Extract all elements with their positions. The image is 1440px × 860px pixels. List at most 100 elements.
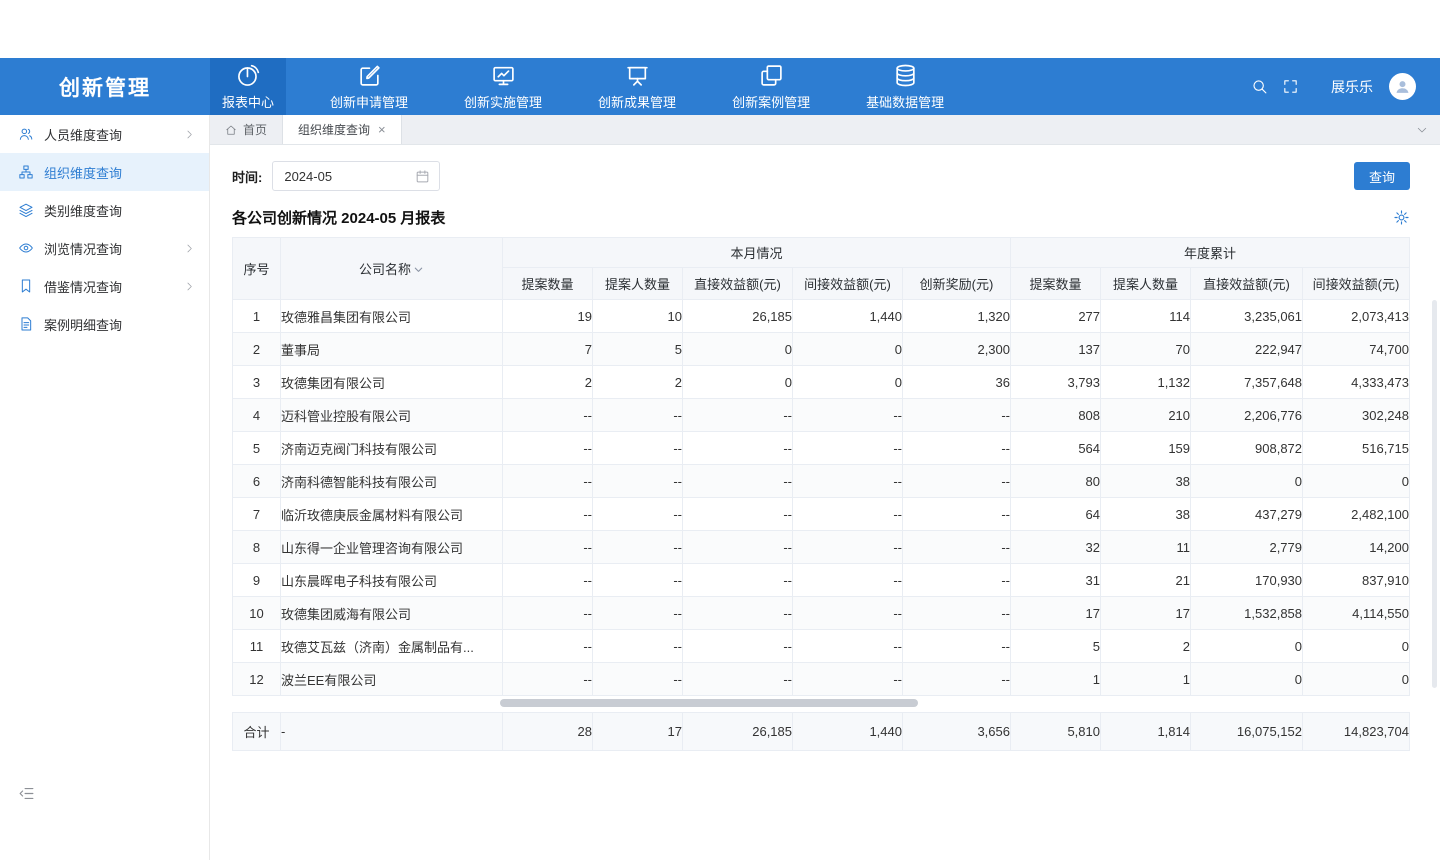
table-row[interactable]: 10玫德集团威海有限公司----------17171,532,8584,114… [233,597,1410,630]
total-value: 1,814 [1101,713,1191,751]
table-row[interactable]: 12波兰EE有限公司----------1100 [233,663,1410,696]
nav-item-4[interactable]: 创新成果管理 [586,58,688,115]
table-row[interactable]: 6济南科德智能科技有限公司----------803800 [233,465,1410,498]
sidebar-item-5[interactable]: 借鉴情况查询 [0,267,209,305]
sidebar-item-2[interactable]: 组织维度查询 [0,153,209,191]
sidebar-item-label: 浏览情况查询 [44,239,122,258]
query-button[interactable]: 查询 [1354,162,1410,190]
close-icon[interactable]: × [378,122,386,137]
cell-value: 2 [1101,630,1191,663]
sidebar-menu: 人员维度查询组织维度查询类别维度查询浏览情况查询借鉴情况查询案例明细查询 [0,115,209,343]
vertical-scrollbar-thumb[interactable] [1432,300,1437,688]
cell-company: 临沂玫德庚辰金属材料有限公司 [281,498,503,531]
nav-item-1[interactable]: 报表中心 [210,58,286,115]
cell-value: -- [593,432,683,465]
header-right: 展乐乐 [1237,58,1440,115]
sidebar: 人员维度查询组织维度查询类别维度查询浏览情况查询借鉴情况查询案例明细查询 [0,115,210,860]
cell-value: -- [503,531,593,564]
nav-item-label: 报表中心 [222,92,274,111]
cell-value: -- [683,564,793,597]
search-icon[interactable] [1251,78,1268,95]
table-row[interactable]: 3玫德集团有限公司2200363,7931,1327,357,6484,333,… [233,366,1410,399]
horizontal-scrollbar-thumb[interactable] [500,699,918,707]
cell-value: -- [593,564,683,597]
sidebar-item-6[interactable]: 案例明细查询 [0,305,209,343]
date-input-field[interactable] [284,169,415,184]
cell-value: 0 [683,366,793,399]
cell-value: 17 [1101,597,1191,630]
sort-caret-icon[interactable] [413,264,424,275]
app-header: 创新管理 报表中心创新申请管理创新实施管理创新成果管理创新案例管理基础数据管理 … [0,58,1440,115]
col-header: 提案人数量 [593,268,683,300]
gear-icon[interactable] [1393,209,1410,226]
date-input[interactable] [272,161,440,191]
table-row[interactable]: 7临沂玫德庚辰金属材料有限公司----------6438437,2792,48… [233,498,1410,531]
filter-row: 时间: 查询 [232,161,1410,191]
chevron-down-icon[interactable] [1404,115,1440,144]
nav-item-6[interactable]: 基础数据管理 [854,58,956,115]
cell-value: -- [683,399,793,432]
cell-value: 0 [683,333,793,366]
table-row[interactable]: 4迈科管业控股有限公司----------8082102,206,776302,… [233,399,1410,432]
table-row[interactable]: 2董事局75002,30013770222,94774,700 [233,333,1410,366]
nav-item-5[interactable]: 创新案例管理 [720,58,822,115]
cell-company: 山东得一企业管理咨询有限公司 [281,531,503,564]
user-name[interactable]: 展乐乐 [1331,77,1373,97]
cell-value: 21 [1101,564,1191,597]
table-row[interactable]: 11玫德艾瓦兹（济南）金属制品有...----------5200 [233,630,1410,663]
cell-company: 玫德雅昌集团有限公司 [281,300,503,333]
cell-value: 2,779 [1191,531,1303,564]
table-row[interactable]: 1玫德雅昌集团有限公司191026,1851,4401,3202771143,2… [233,300,1410,333]
avatar[interactable] [1389,73,1416,100]
cell-value: -- [793,630,903,663]
table-row[interactable]: 9山东晨晖电子科技有限公司----------3121170,930837,91… [233,564,1410,597]
col-header: 创新奖励(元) [903,268,1011,300]
cell-value: -- [503,498,593,531]
fullscreen-icon[interactable] [1282,78,1299,95]
cell-value: 1,440 [793,300,903,333]
tab-2[interactable]: 组织维度查询× [283,115,402,144]
sidebar-item-4[interactable]: 浏览情况查询 [0,229,209,267]
cell-value: 1 [1101,663,1191,696]
tab-1[interactable]: 首页 [210,115,283,144]
cell-value: -- [683,531,793,564]
col-header: 提案数量 [503,268,593,300]
cell-value: 564 [1011,432,1101,465]
achievement-manage-icon [625,63,650,88]
top-strip [0,0,1440,58]
horizontal-scrollbar[interactable] [232,699,1410,707]
cell-seq: 4 [233,399,281,432]
col-header-seq: 序号 [233,238,281,300]
cell-seq: 12 [233,663,281,696]
cell-value: -- [593,399,683,432]
sidebar-item-1[interactable]: 人员维度查询 [0,115,209,153]
cell-value: 1,132 [1101,366,1191,399]
report-table: 序号公司名称本月情况年度累计提案数量提案人数量直接效益额(元)间接效益额(元)创… [232,237,1410,696]
table-row[interactable]: 5济南迈克阀门科技有限公司----------564159908,872516,… [233,432,1410,465]
cell-value: 64 [1011,498,1101,531]
total-value: 5,810 [1011,713,1101,751]
col-header: 直接效益额(元) [683,268,793,300]
cell-seq: 10 [233,597,281,630]
cell-value: 0 [1191,630,1303,663]
nav-item-3[interactable]: 创新实施管理 [452,58,554,115]
nav-item-label: 创新成果管理 [598,92,676,111]
nav-item-2[interactable]: 创新申请管理 [318,58,420,115]
cell-value: 808 [1011,399,1101,432]
chevron-right-icon [184,129,195,140]
sidebar-item-3[interactable]: 类别维度查询 [0,191,209,229]
cell-value: -- [793,432,903,465]
table-row[interactable]: 8山东得一企业管理咨询有限公司----------32112,77914,200 [233,531,1410,564]
cell-value: 0 [1303,465,1410,498]
cell-value: 0 [1303,663,1410,696]
cell-value: -- [593,630,683,663]
apply-manage-icon [357,63,382,88]
collapse-sidebar-icon[interactable] [18,785,35,802]
cell-value: -- [903,432,1011,465]
col-header-company[interactable]: 公司名称 [281,238,503,300]
cell-value: 14,200 [1303,531,1410,564]
cell-seq: 9 [233,564,281,597]
total-company: - [281,713,503,751]
cell-value: 32 [1011,531,1101,564]
total-value: 28 [503,713,593,751]
